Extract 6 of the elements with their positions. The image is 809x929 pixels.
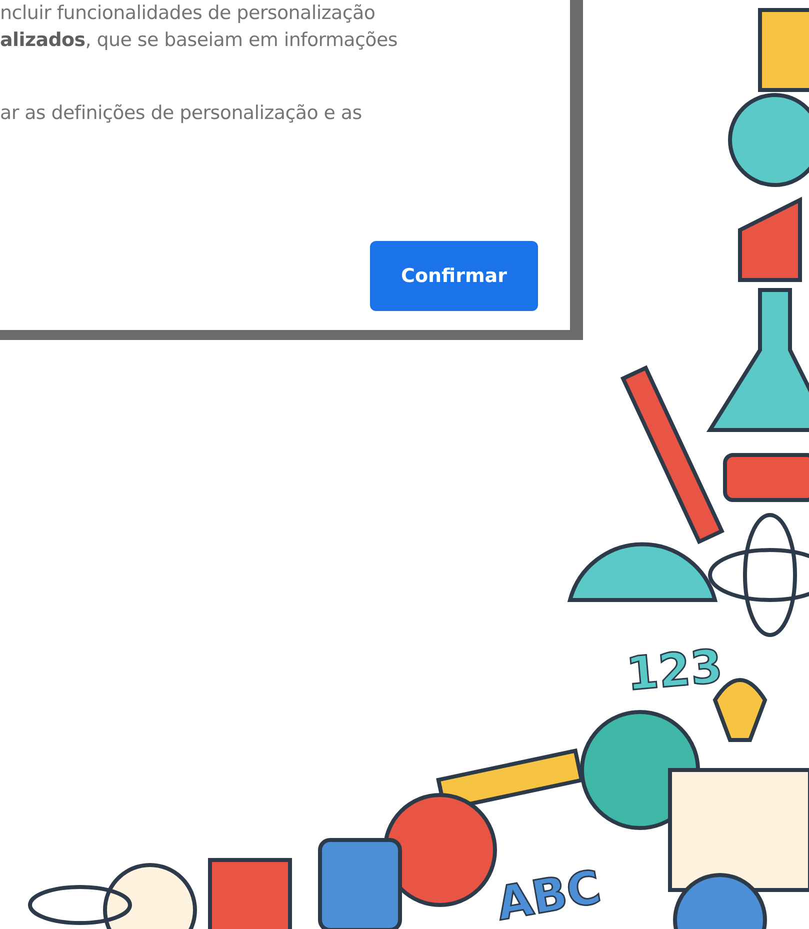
paragraph-text: alizados, que se baseiam em informações [0, 28, 398, 53]
paragraph-text: ncluir funcionalidades de personalização [0, 1, 376, 26]
sticker-text: ABC [492, 860, 605, 929]
sticker-text: 123 [624, 638, 725, 701]
confirm-button[interactable]: Confirmar [370, 241, 538, 311]
paragraph-text: ar as definições de personalização e as [0, 101, 363, 126]
